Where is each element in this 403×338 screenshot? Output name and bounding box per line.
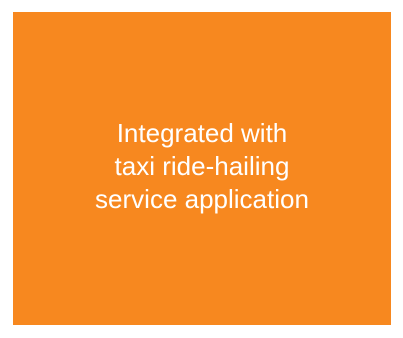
page-canvas: Integrated with taxi ride-hailing servic… <box>0 0 403 338</box>
feature-caption: Integrated with taxi ride-hailing servic… <box>95 117 309 216</box>
caption-line-3: service application <box>95 184 309 214</box>
feature-tile: Integrated with taxi ride-hailing servic… <box>13 12 391 325</box>
caption-line-1: Integrated with <box>116 118 288 148</box>
caption-line-2: taxi ride-hailing <box>114 151 290 181</box>
